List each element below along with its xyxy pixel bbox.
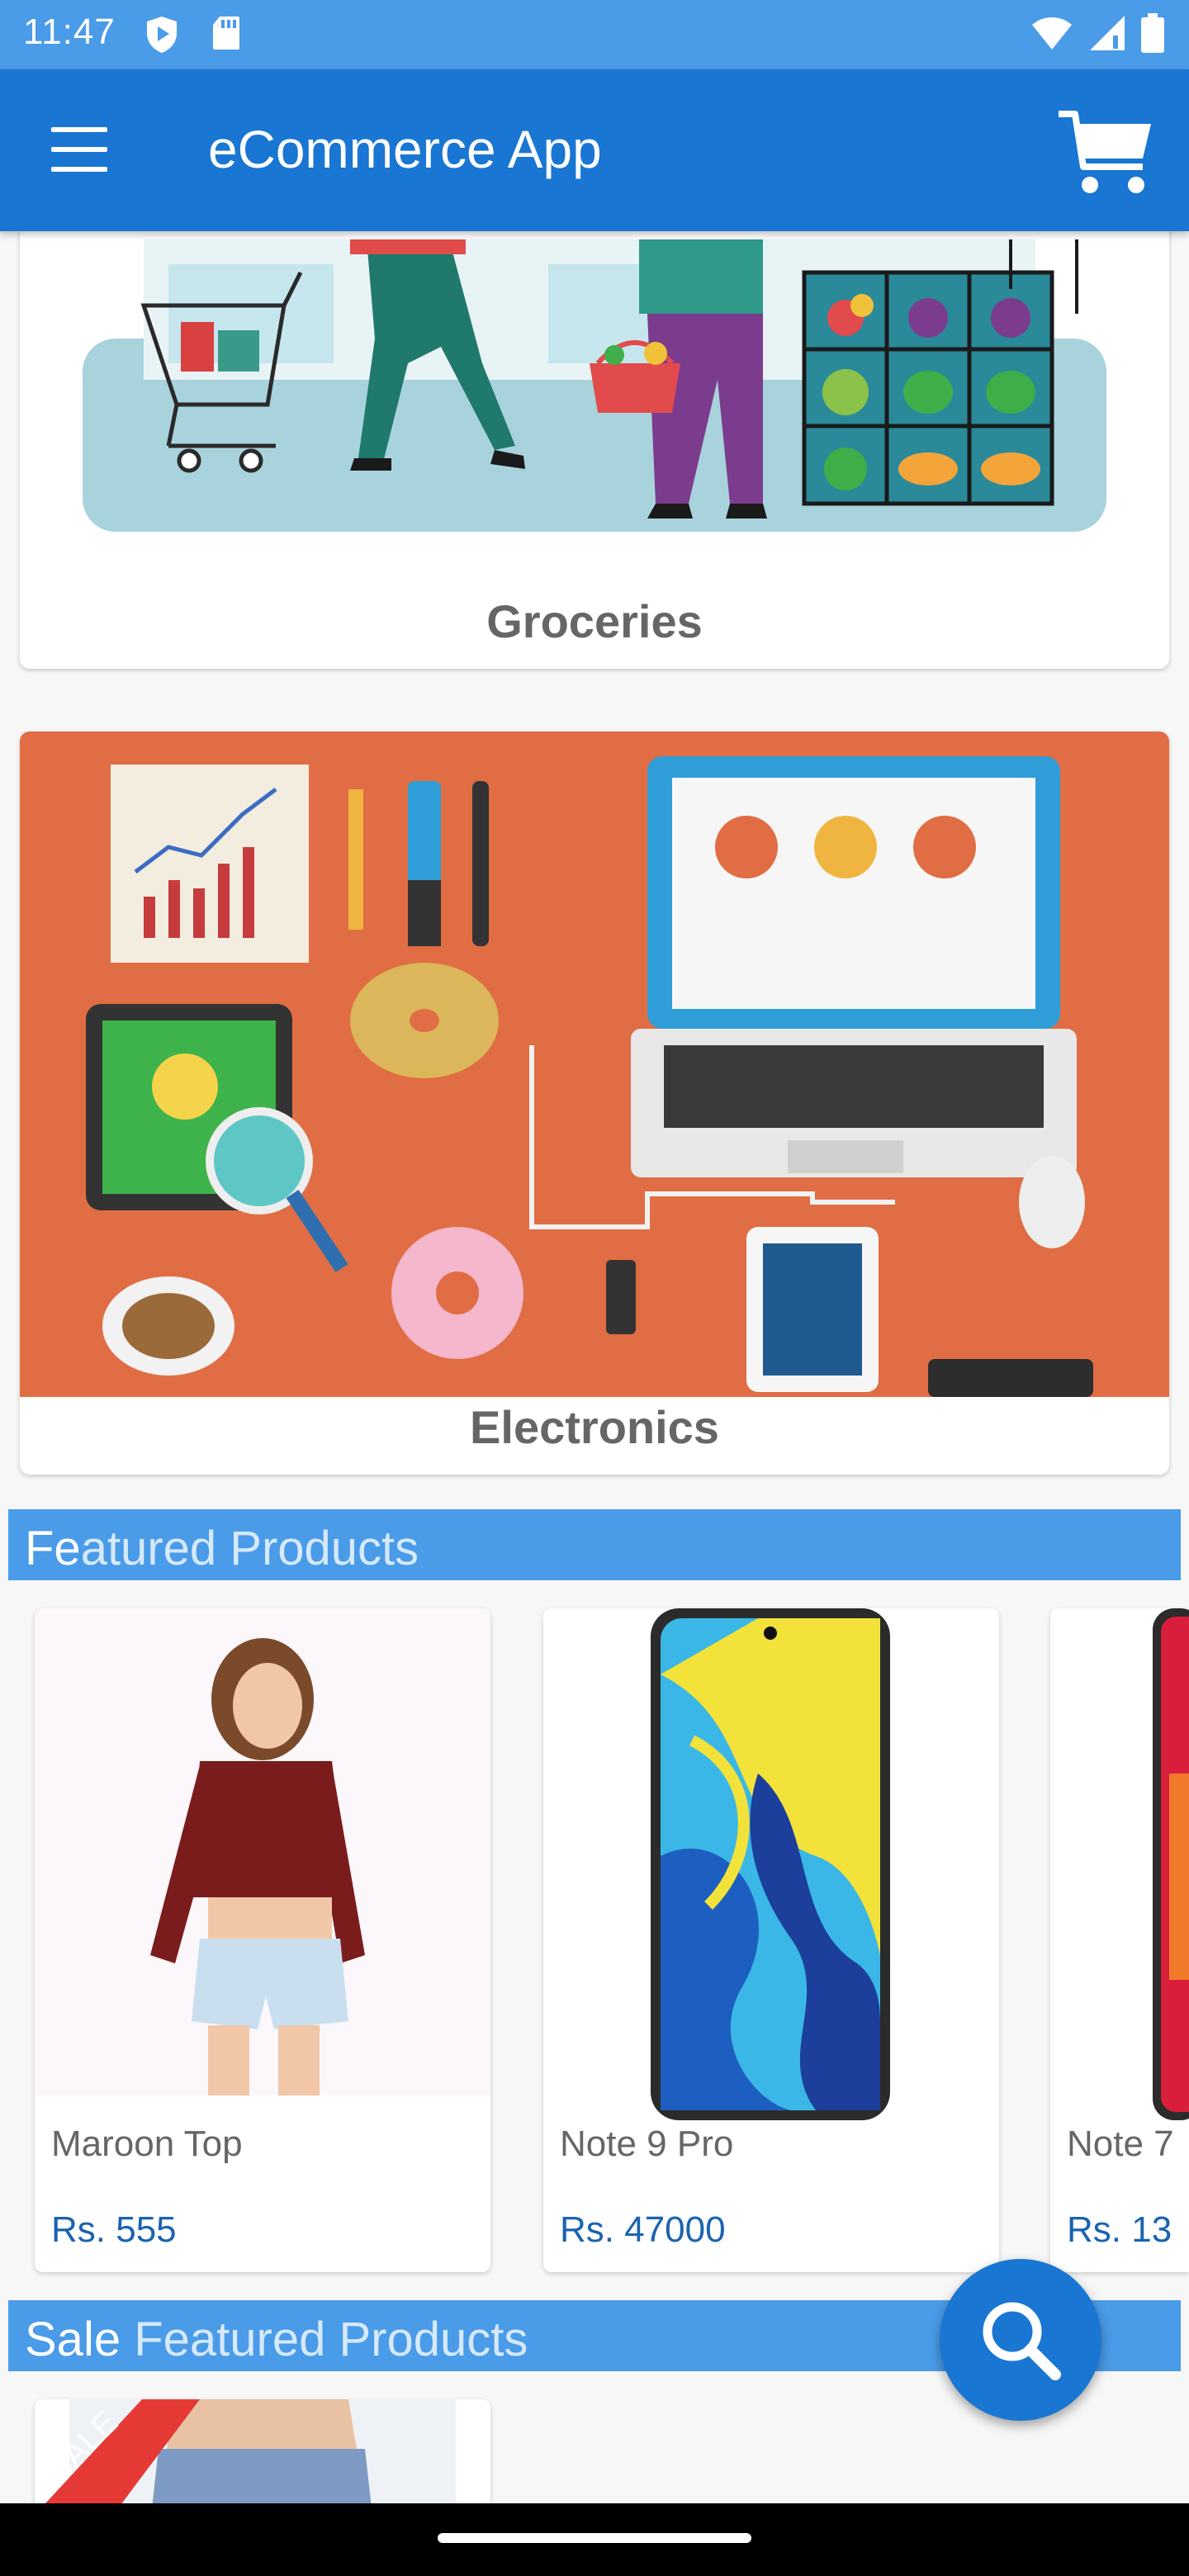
sd-card-icon [213,17,239,50]
status-bar: 11:47 [0,0,1189,69]
category-label-electronics: Electronics [470,1401,719,1453]
status-time: 11:47 [23,12,116,52]
featured-products-header: Featured Products [8,1509,1181,1580]
groceries-image [20,239,1169,586]
product-image-note-7 [1050,1608,1189,2120]
search-fab-button[interactable] [940,2259,1101,2421]
cellular-signal-icon [1090,16,1125,50]
navigation-bar [0,2503,1189,2576]
product-name: Note 7 [1067,2124,1174,2164]
product-price: Rs. 13 [1067,2209,1172,2250]
hamburger-menu-icon[interactable] [51,127,107,173]
product-price: Rs. 555 [51,2209,177,2250]
category-card-groceries[interactable]: Groceries [20,206,1169,669]
app-bar: eCommerce App [0,69,1189,231]
shopping-cart-icon[interactable] [1057,107,1156,198]
product-name: Note 9 Pro [560,2124,734,2164]
category-card-electronics[interactable]: Electronics [20,732,1169,1475]
product-image-note-9-pro [543,1608,999,2120]
featured-products-title: Featured Products [25,1522,419,1575]
electronics-image [20,732,1169,1397]
product-name: Maroon Top [51,2124,243,2164]
battery-icon [1141,13,1164,53]
play-protect-icon [147,17,177,53]
product-image-maroon-top [35,1608,490,2095]
app-title: eCommerce App [208,120,602,179]
product-card-maroon-top[interactable]: Maroon Top Rs. 555 [35,1608,490,2272]
product-price: Rs. 47000 [560,2209,726,2250]
wifi-icon [1032,17,1072,50]
sale-featured-products-title: Sale Featured Products [25,2313,528,2366]
product-card-note-9-pro[interactable]: Note 9 Pro Rs. 47000 [543,1608,999,2272]
category-label-groceries: Groceries [486,595,703,647]
search-icon [983,2302,1061,2380]
home-gesture-handle[interactable] [438,2533,751,2543]
product-card-note-7[interactable]: Note 7 Rs. 13 [1050,1608,1189,2272]
